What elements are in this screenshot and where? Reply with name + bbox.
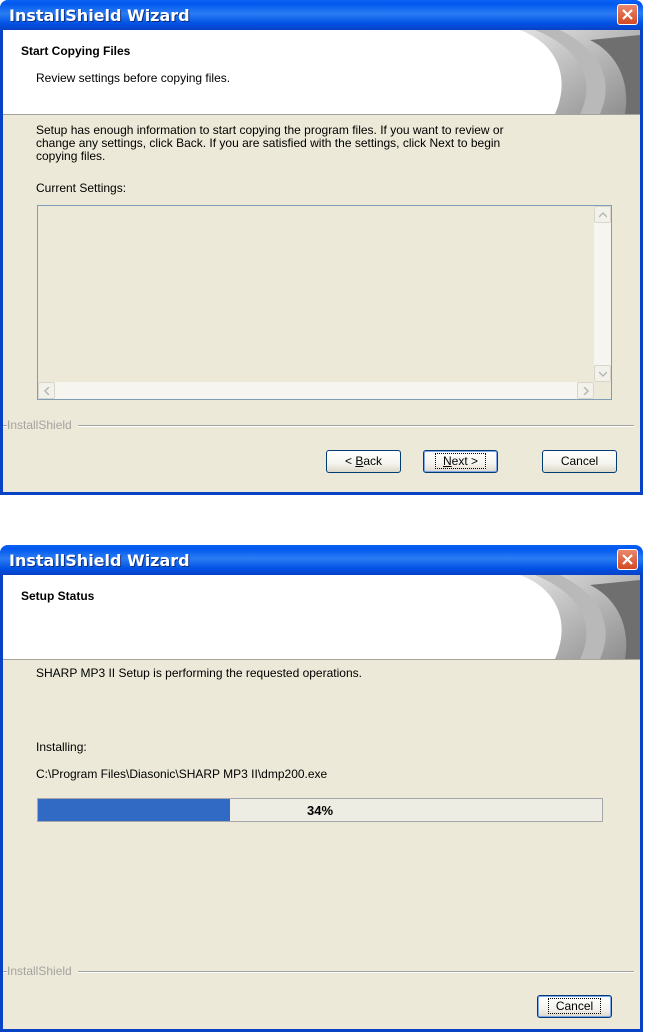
wizard-header: Setup Status bbox=[3, 575, 640, 660]
progress-bar: 34% bbox=[37, 798, 603, 822]
separator-rule bbox=[3, 971, 634, 973]
current-settings-label: Current Settings: bbox=[36, 181, 127, 195]
title-bar[interactable]: InstallShield Wizard bbox=[0, 0, 643, 30]
scroll-left-icon bbox=[43, 387, 50, 395]
brand-separator: InstallShield bbox=[3, 964, 634, 978]
window-title: InstallShield Wizard bbox=[9, 551, 190, 570]
separator-rule bbox=[3, 425, 634, 427]
close-button[interactable] bbox=[617, 4, 638, 25]
title-bar[interactable]: InstallShield Wizard bbox=[0, 545, 643, 575]
header-subtitle: Review settings before copying files. bbox=[36, 71, 231, 85]
current-settings-box[interactable] bbox=[37, 205, 612, 400]
header-title: Start Copying Files bbox=[21, 44, 131, 58]
scroll-down-icon bbox=[599, 371, 607, 378]
scroll-up-button[interactable] bbox=[594, 206, 611, 223]
horizontal-scrollbar[interactable] bbox=[38, 382, 594, 399]
header-title: Setup Status bbox=[21, 589, 95, 603]
cancel-button[interactable]: Cancel bbox=[542, 450, 617, 473]
scroll-right-icon bbox=[583, 387, 590, 395]
window-title: InstallShield Wizard bbox=[9, 6, 190, 25]
close-icon bbox=[622, 9, 633, 20]
scrollbar-corner bbox=[594, 382, 611, 399]
brand-separator: InstallShield bbox=[3, 418, 634, 432]
next-focus: Next > bbox=[434, 453, 487, 469]
setup-status-dialog: InstallShield Wizard Setup Status SHARP … bbox=[0, 545, 643, 1032]
installing-path: C:\Program Files\Diasonic\SHARP MP3 II\d… bbox=[36, 767, 328, 781]
header-swirl-graphic bbox=[520, 575, 640, 659]
close-icon bbox=[622, 554, 633, 565]
header-swirl-graphic bbox=[520, 30, 640, 114]
vertical-scrollbar[interactable] bbox=[594, 206, 611, 382]
scroll-right-button[interactable] bbox=[577, 382, 594, 399]
installshield-brand: InstallShield bbox=[7, 418, 78, 432]
installshield-brand: InstallShield bbox=[7, 964, 78, 978]
description-line-3: copying files. bbox=[36, 149, 106, 163]
installing-label: Installing: bbox=[36, 740, 87, 754]
next-rest: ext > bbox=[451, 454, 479, 468]
back-rest: ack bbox=[363, 454, 383, 468]
scroll-left-button[interactable] bbox=[38, 382, 55, 399]
cancel-label: Cancel bbox=[547, 998, 602, 1014]
scroll-up-icon bbox=[599, 211, 607, 218]
scroll-down-button[interactable] bbox=[594, 365, 611, 382]
description-line-2: change any settings, click Back. If you … bbox=[36, 136, 501, 150]
back-prefix: < bbox=[344, 454, 356, 468]
next-button[interactable]: Next > bbox=[423, 450, 498, 473]
status-text: SHARP MP3 II Setup is performing the req… bbox=[36, 666, 362, 680]
close-button[interactable] bbox=[617, 549, 638, 570]
cancel-button[interactable]: Cancel bbox=[537, 995, 612, 1018]
back-button[interactable]: < Back bbox=[326, 450, 401, 473]
next-accel: N bbox=[442, 454, 452, 468]
wizard-header: Start Copying Files Review settings befo… bbox=[3, 30, 640, 115]
progress-label: 34% bbox=[306, 803, 334, 818]
start-copying-dialog: InstallShield Wizard Start Copying Files… bbox=[0, 0, 643, 495]
